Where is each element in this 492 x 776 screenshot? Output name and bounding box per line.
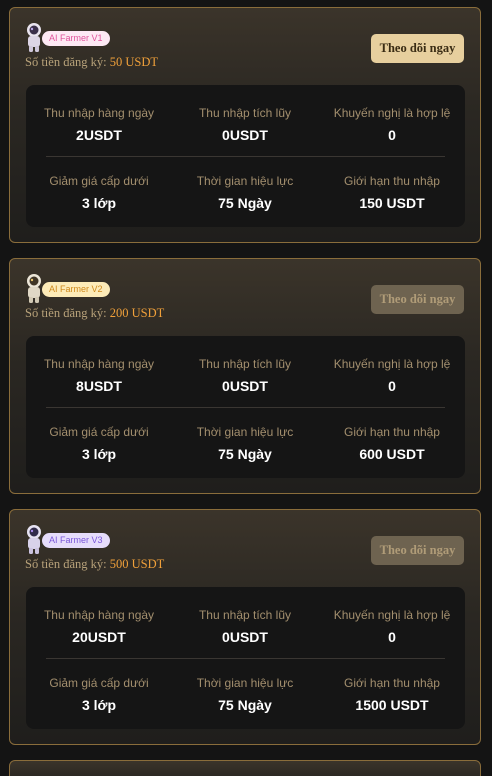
plan-card-v2: AI Farmer V2 Số tiền đăng ký: 200 USDT T… [9,258,481,494]
stat-value: 3 lớp [81,446,117,462]
stat-label: Giảm giá cấp dưới [49,676,149,690]
stat-label: Thời gian hiệu lực [196,425,294,439]
stat-label: Khuyến nghị là hợp lệ [333,106,451,120]
stat-label: Thu nhập tích lũy [198,106,292,120]
follow-now-button[interactable]: Theo dõi ngay [371,285,464,314]
stat-label: Giới hạn thu nhập [344,676,440,690]
stat-label: Thu nhập tích lũy [198,608,292,622]
stat-value: 3 lớp [81,195,117,211]
stat-subordinate-discount: Giảm giá cấp dưới 3 lớp [26,676,172,713]
stat-label: Giới hạn thu nhập [344,174,440,188]
divider [46,407,445,408]
stat-daily-income: Thu nhập hàng ngày 20USDT [26,608,172,645]
stat-label: Giảm giá cấp dưới [49,174,149,188]
stat-value: 3 lớp [81,697,117,713]
amount-value: 200 USDT [109,306,165,320]
stat-label: Khuyến nghị là hợp lệ [333,357,451,371]
stat-label: Khuyến nghị là hợp lệ [333,608,451,622]
tier-badge: AI Farmer V3 [42,533,110,548]
stat-valid-referrals: Khuyến nghị là hợp lệ 0 [319,608,465,645]
stat-validity-period: Thời gian hiệu lực 75 Ngày [172,676,318,713]
stats-panel: Thu nhập hàng ngày 2USDT Thu nhập tích l… [26,85,465,227]
stat-label: Thời gian hiệu lực [196,174,294,188]
stat-validity-period: Thời gian hiệu lực 75 Ngày [172,425,318,462]
stat-label: Thu nhập hàng ngày [43,106,155,120]
stat-label: Thu nhập hàng ngày [43,608,155,622]
divider [46,156,445,157]
stat-label: Thu nhập tích lũy [198,357,292,371]
stat-value: 0USDT [222,378,268,394]
amount-label: Số tiền đăng ký: [25,557,107,571]
astronaut-icon [27,525,41,554]
stat-valid-referrals: Khuyến nghị là hợp lệ 0 [319,106,465,143]
stat-value: 0USDT [222,127,268,143]
stat-value: 0 [388,629,396,645]
follow-now-button[interactable]: Theo dõi ngay [371,34,464,63]
subscription-amount: Số tiền đăng ký: 50 USDT [25,55,158,70]
stat-daily-income: Thu nhập hàng ngày 8USDT [26,357,172,394]
stat-valid-referrals: Khuyến nghị là hợp lệ 0 [319,357,465,394]
stat-subordinate-discount: Giảm giá cấp dưới 3 lớp [26,425,172,462]
subscription-amount: Số tiền đăng ký: 500 USDT [25,557,164,572]
subscription-amount: Số tiền đăng ký: 200 USDT [25,306,164,321]
follow-now-button[interactable]: Theo dõi ngay [371,536,464,565]
stats-panel: Thu nhập hàng ngày 20USDT Thu nhập tích … [26,587,465,729]
stat-daily-income: Thu nhập hàng ngày 2USDT [26,106,172,143]
stat-value: 0 [388,378,396,394]
stat-value: 600 USDT [359,446,425,462]
stat-value: 20USDT [72,629,126,645]
stat-accumulated-income: Thu nhập tích lũy 0USDT [172,106,318,143]
amount-label: Số tiền đăng ký: [25,306,107,320]
astronaut-icon [27,274,41,303]
stat-income-limit: Giới hạn thu nhập 1500 USDT [319,676,465,713]
stat-label: Thu nhập hàng ngày [43,357,155,371]
plan-card-v1: AI Farmer V1 Số tiền đăng ký: 50 USDT Th… [9,7,481,243]
divider [46,658,445,659]
stat-income-limit: Giới hạn thu nhập 150 USDT [319,174,465,211]
tier-badge: AI Farmer V1 [42,31,110,46]
astronaut-icon [27,23,41,52]
stats-panel: Thu nhập hàng ngày 8USDT Thu nhập tích l… [26,336,465,478]
stat-accumulated-income: Thu nhập tích lũy 0USDT [172,357,318,394]
stat-label: Thời gian hiệu lực [196,676,294,690]
stat-subordinate-discount: Giảm giá cấp dưới 3 lớp [26,174,172,211]
amount-value: 50 USDT [109,55,158,69]
stat-value: 2USDT [76,127,122,143]
plan-card-v3: AI Farmer V3 Số tiền đăng ký: 500 USDT T… [9,509,481,745]
stat-value: 1500 USDT [355,697,429,713]
stat-value: 75 Ngày [218,697,272,713]
amount-label: Số tiền đăng ký: [25,55,107,69]
stat-value: 0 [388,127,396,143]
stat-label: Giới hạn thu nhập [344,425,440,439]
stat-value: 0USDT [222,629,268,645]
plan-card-next [9,760,481,776]
amount-value: 500 USDT [109,557,165,571]
tier-badge: AI Farmer V2 [42,282,110,297]
stat-value: 150 USDT [359,195,425,211]
stat-value: 75 Ngày [218,195,272,211]
stat-value: 75 Ngày [218,446,272,462]
stat-income-limit: Giới hạn thu nhập 600 USDT [319,425,465,462]
stat-label: Giảm giá cấp dưới [49,425,149,439]
stat-validity-period: Thời gian hiệu lực 75 Ngày [172,174,318,211]
stat-value: 8USDT [76,378,122,394]
stat-accumulated-income: Thu nhập tích lũy 0USDT [172,608,318,645]
